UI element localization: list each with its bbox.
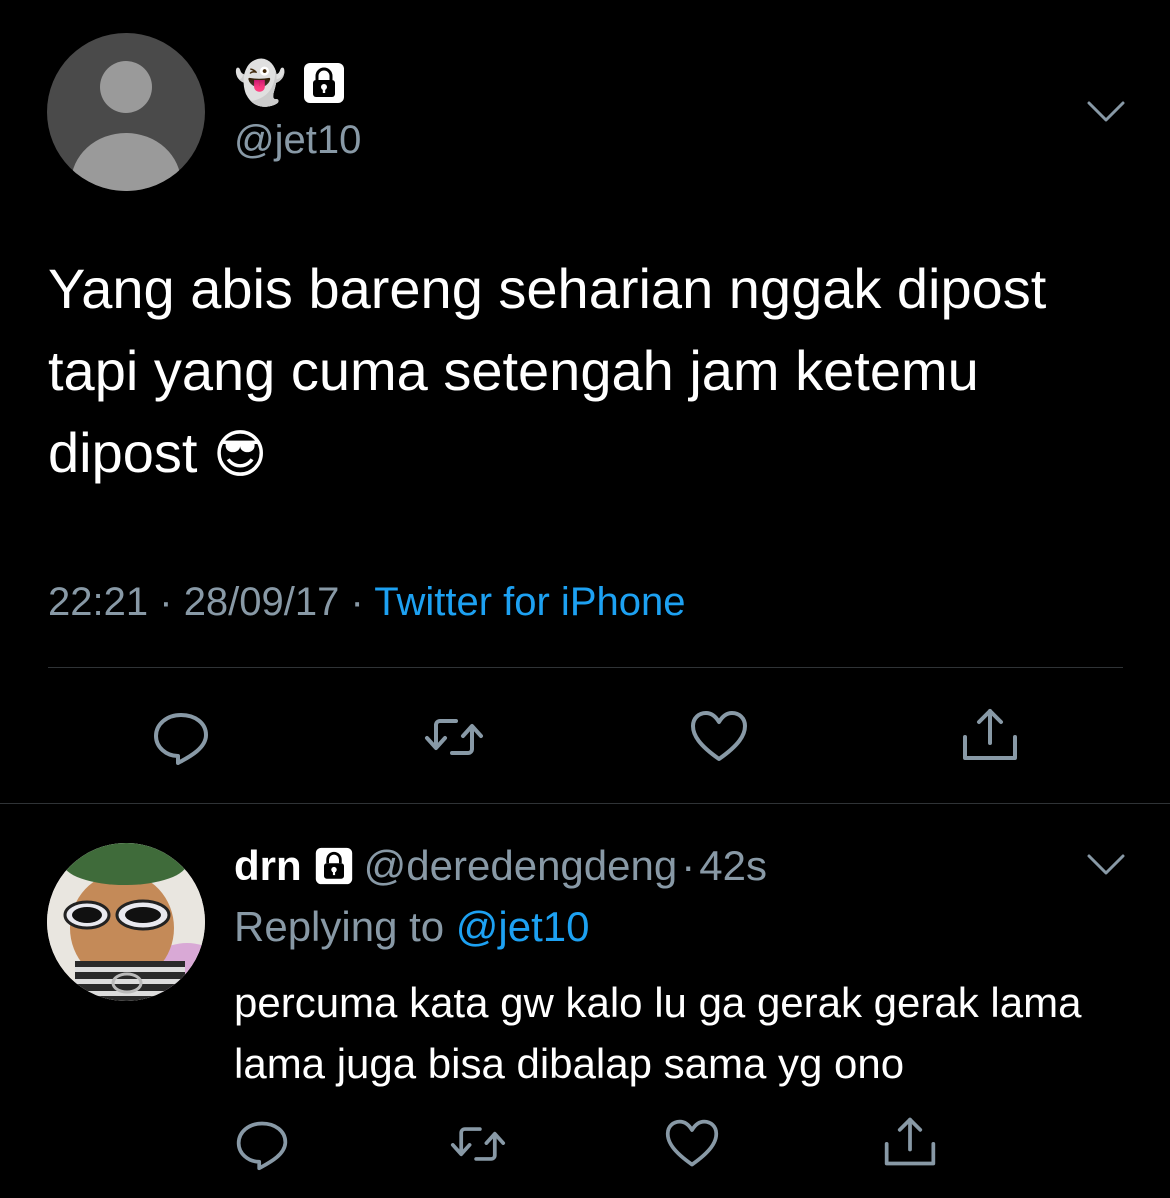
reply-age: 42s	[699, 842, 767, 889]
meta-separator: ·	[350, 580, 364, 624]
reply-handle[interactable]: @deredengdeng	[364, 842, 678, 890]
comment-icon[interactable]	[234, 1116, 290, 1172]
main-display-name[interactable]: 👻	[234, 60, 346, 106]
lock-icon	[315, 847, 352, 885]
tweet-date: 28/09/17	[183, 580, 340, 624]
tweet-meta: 22:21 · 28/09/17 · Twitter for iPhone	[48, 580, 685, 625]
meta-separator: ·	[159, 580, 173, 624]
chevron-down-icon[interactable]	[1087, 853, 1125, 877]
reply-avatar[interactable]	[47, 843, 205, 1001]
chevron-down-icon[interactable]	[1087, 100, 1125, 124]
avatar-placeholder-head	[100, 61, 152, 113]
tweet-time: 22:21	[48, 580, 149, 624]
tweet-source-link[interactable]: Twitter for iPhone	[374, 580, 685, 624]
reply-body: percuma kata gw kalo lu ga gerak gerak l…	[234, 979, 1082, 1087]
retweet-icon[interactable]	[450, 1116, 506, 1172]
like-icon[interactable]	[664, 1116, 720, 1172]
replying-prefix: Replying to	[234, 903, 445, 950]
avatar-placeholder-body	[71, 133, 181, 191]
divider	[0, 803, 1170, 804]
like-icon[interactable]	[689, 707, 749, 767]
lock-icon	[304, 63, 345, 103]
display-name-emoji: 👻	[234, 59, 287, 106]
share-icon[interactable]	[960, 705, 1020, 765]
main-avatar[interactable]	[47, 33, 205, 191]
main-handle[interactable]: @jet10	[234, 118, 361, 163]
tweet-text: Yang abis bareng seharian nggak dipost t…	[48, 257, 1062, 484]
replying-to: Replying to @jet10	[234, 903, 590, 951]
reply-header: drn @deredengdeng · 42s	[234, 842, 767, 890]
cat-avatar-image	[47, 843, 205, 1001]
comment-icon[interactable]	[151, 707, 211, 767]
header-separator: ·	[681, 842, 696, 889]
tweet-emoji: 😎	[213, 426, 268, 484]
tweet-body: Yang abis bareng seharian nggak dipost t…	[48, 248, 1108, 496]
replying-mention-link[interactable]: @jet10	[456, 903, 590, 950]
divider	[48, 667, 1123, 668]
retweet-icon[interactable]	[424, 707, 484, 767]
reply-display-name[interactable]: drn	[234, 842, 302, 890]
share-icon[interactable]	[882, 1114, 938, 1170]
